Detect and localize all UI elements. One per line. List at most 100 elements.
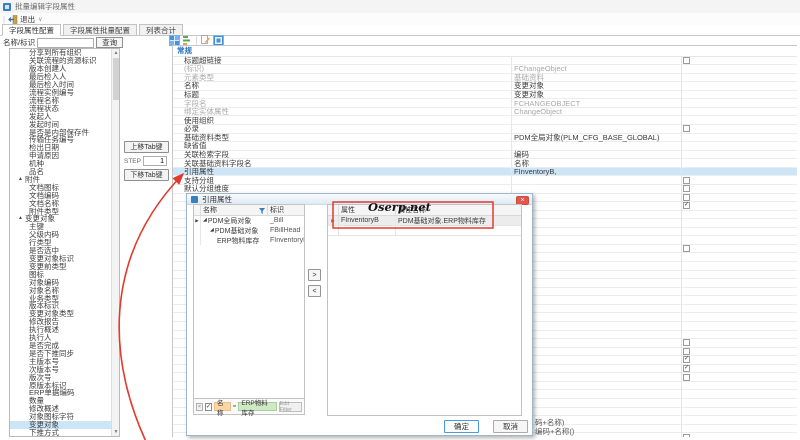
tree-row[interactable]: ◢PDM基础对象FBillHead — [194, 226, 304, 236]
list-item[interactable]: ERP单据编码 — [10, 389, 113, 397]
tree-node-label: PDM基础对象 — [215, 226, 259, 236]
filter-enabled-checkbox[interactable]: ✓ — [205, 403, 212, 411]
edit-filter-button[interactable]: Edit Filter — [279, 402, 302, 412]
move-up-tab-button[interactable]: 上移Tab键 — [124, 141, 169, 153]
row-indicator — [194, 226, 201, 236]
group-expander-icon[interactable]: ▲ — [18, 216, 23, 221]
scroll-down-icon[interactable]: ▼ — [112, 428, 120, 436]
list-item[interactable]: 机种 — [10, 160, 113, 168]
property-column-header[interactable]: 属性 — [339, 205, 396, 215]
list-item[interactable]: 传输任务编号 — [10, 136, 113, 144]
property-name-column-header[interactable]: 属性名称 — [396, 205, 521, 215]
tab-field-property-config[interactable]: 字段属性配置 — [2, 24, 61, 36]
list-item[interactable]: 对象图标字符 — [10, 413, 113, 421]
list-item[interactable]: 父级内码 — [10, 231, 113, 239]
checkbox[interactable] — [683, 434, 690, 437]
filter-operator: = — [233, 403, 237, 410]
row-indicator — [328, 226, 339, 235]
list-item[interactable]: 文档编码 — [10, 191, 113, 199]
filter-field-tag[interactable]: 名称 — [214, 402, 231, 411]
row-indicator: ▶ — [328, 216, 339, 225]
ok-button[interactable]: 确定 — [444, 420, 479, 433]
step-label: STEP — [124, 158, 141, 165]
id-column-header[interactable]: 标识 — [268, 205, 304, 215]
title-bar: 批量编辑字段属性 — [0, 0, 800, 13]
remove-property-button[interactable]: < — [308, 285, 321, 297]
tree-node[interactable]: ERP物料库存 — [201, 236, 268, 246]
list-item[interactable]: 流程状态 — [10, 104, 113, 112]
tree-node[interactable]: ◢PDM基础对象 — [201, 226, 268, 236]
edit-page-icon[interactable] — [200, 35, 211, 46]
list-item[interactable]: 业务类型 — [10, 294, 113, 302]
checkbox[interactable] — [683, 57, 690, 64]
move-down-tab-button[interactable]: 下移Tab键 — [124, 169, 169, 181]
property-check-cell — [681, 348, 797, 355]
chevron-down-icon[interactable]: ∨ — [38, 16, 42, 23]
query-button[interactable]: 查询 — [96, 37, 123, 48]
scroll-up-icon[interactable]: ▲ — [112, 49, 120, 57]
checkbox[interactable] — [683, 339, 690, 346]
checkbox[interactable] — [683, 245, 690, 252]
checkbox[interactable]: ✓ — [683, 356, 690, 363]
name-column-header[interactable]: 名称 — [201, 205, 268, 215]
list-item[interactable]: 变更对象类型 — [10, 310, 113, 318]
list-item[interactable]: 对象编码 — [10, 278, 113, 286]
tab-field-property-batch-config[interactable]: 字段属性批量配置 — [63, 24, 137, 35]
tree-node[interactable]: ◢PDM全局对象 — [201, 216, 268, 226]
toolbar-divider — [196, 35, 197, 45]
list-group-item[interactable]: ▲附件 — [10, 176, 113, 184]
tree-expander-icon[interactable]: ◢ — [210, 228, 214, 233]
tree-row[interactable]: ERP物料库存FInventoryB — [194, 236, 304, 246]
exit-icon — [8, 15, 18, 24]
scroll-thumb[interactable] — [113, 58, 119, 100]
add-property-button[interactable]: > — [308, 269, 321, 281]
list-item[interactable]: 执行人 — [10, 334, 113, 342]
list-item[interactable]: 对象名称 — [10, 286, 113, 294]
selected-property-row[interactable] — [328, 226, 521, 236]
tree-expander-icon[interactable]: ◢ — [203, 218, 207, 223]
list-item[interactable]: 次版本号 — [10, 365, 113, 373]
cancel-button[interactable]: 取消 — [493, 420, 528, 433]
checkbox[interactable] — [683, 348, 690, 355]
search-label: 名称/标识 — [3, 37, 35, 48]
tab-order-controls: 上移Tab键 STEP 下移Tab键 — [123, 141, 170, 184]
dialog-icon — [191, 196, 198, 203]
tree-node-label: PDM全局对象 — [208, 216, 252, 226]
checkbox[interactable] — [683, 194, 690, 201]
field-list-panel: 分享到所有组织关联流程的资源标识版本创建人最后检入人最后检入时间流程实例编号流程… — [9, 48, 120, 437]
group-expander-icon[interactable]: ▲ — [18, 177, 23, 182]
list-item-label: 下推方式 — [29, 427, 59, 436]
alphabetical-sort-icon[interactable] — [182, 35, 193, 46]
selected-property-row[interactable]: ▶FInventoryBPDM基础对象.ERP物料库存 — [328, 216, 521, 226]
filter-clear-button[interactable]: × — [196, 403, 203, 411]
list-item[interactable]: 文档名称 — [10, 199, 113, 207]
list-item[interactable]: 执行概述 — [10, 326, 113, 334]
box-view-icon[interactable] — [213, 35, 224, 46]
property-check-cell — [681, 177, 797, 184]
list-item[interactable]: 行类型 — [10, 239, 113, 247]
filter-value-tag[interactable]: ERP物料库存 — [238, 402, 276, 411]
search-input[interactable] — [37, 38, 94, 48]
checkbox[interactable]: ✓ — [683, 202, 690, 209]
checkbox[interactable] — [683, 177, 690, 184]
property-check-cell — [681, 434, 797, 437]
list-item[interactable]: 申请原因 — [10, 152, 113, 160]
scrollbar[interactable]: ▲ ▼ — [111, 49, 119, 436]
checkbox[interactable] — [683, 374, 690, 381]
checkbox[interactable] — [683, 185, 690, 192]
list-item[interactable]: 变更前类型 — [10, 262, 113, 270]
categorized-view-icon[interactable] — [169, 35, 180, 46]
reference-properties-dialog: 引用属性 × 名称 标识 ▶◢PDM全局对象_Bill◢PDM基础对象FBill… — [186, 193, 533, 436]
tree-row[interactable]: ▶◢PDM全局对象_Bill — [194, 216, 304, 226]
filter-funnel-icon[interactable] — [259, 208, 265, 214]
exit-button[interactable]: 退出 — [20, 14, 35, 25]
checkbox[interactable]: ✓ — [683, 365, 690, 372]
list-group-item[interactable]: ▲变更对象 — [10, 215, 113, 223]
step-input[interactable] — [143, 156, 167, 166]
list-item[interactable]: 下推方式 — [10, 429, 113, 437]
tree-grid-header: 名称 标识 — [194, 205, 304, 216]
list-item[interactable]: 流程实例编号 — [10, 89, 113, 97]
list-item[interactable]: 是否下推同步 — [10, 349, 113, 357]
list-item[interactable]: 发起人 — [10, 112, 113, 120]
checkbox[interactable] — [683, 125, 690, 132]
